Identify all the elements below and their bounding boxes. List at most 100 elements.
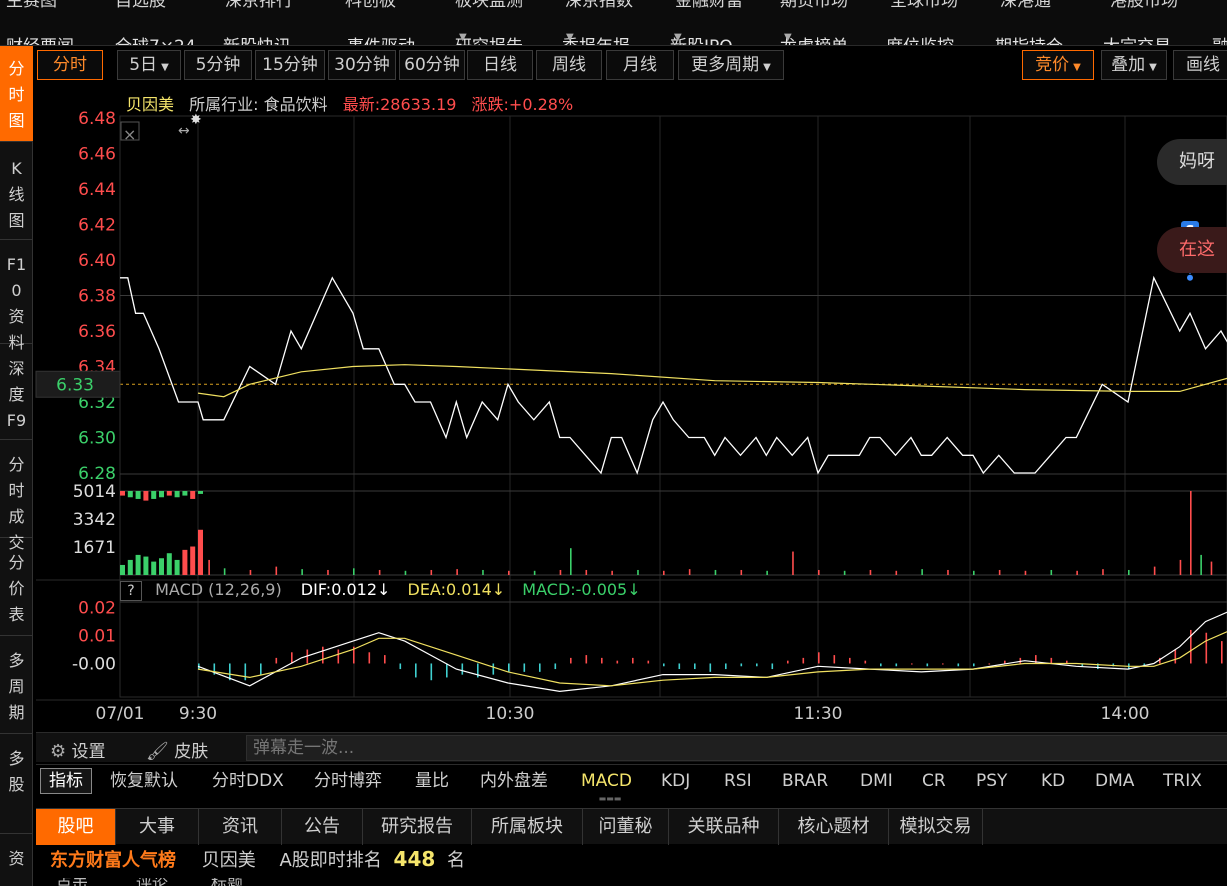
top-nav-item-label: 席位监控	[886, 32, 954, 45]
indicator-tab[interactable]: CR	[922, 768, 946, 794]
top-nav-cut-item[interactable]: 期货市场	[780, 0, 848, 11]
macd-dif: DIF:0.012	[300, 580, 377, 599]
macd-bar	[833, 655, 836, 664]
macd-tick-label: 0.02	[78, 599, 116, 619]
danmu-input[interactable]	[246, 735, 1227, 761]
macd-bar	[926, 663, 929, 667]
top-nav-cut-item[interactable]: 深港通	[1000, 0, 1051, 11]
indicator-tab[interactable]: RSI	[724, 768, 752, 794]
top-nav-cut-item[interactable]: 科创板	[345, 0, 396, 11]
macd-bar	[570, 657, 572, 664]
rank-brand[interactable]: 东方财富人气榜	[50, 850, 176, 871]
bottom-tab[interactable]: 问董秘	[583, 809, 669, 845]
volume-bar	[159, 558, 164, 575]
indicator-tab[interactable]: PSY	[976, 768, 1007, 794]
macd-bar	[678, 663, 681, 670]
top-nav-cut-item[interactable]: 深京排行	[225, 0, 293, 11]
volume-bar	[1076, 570, 1078, 575]
period-button[interactable]: 周线	[536, 50, 602, 80]
top-nav-item-label: 新股快讯	[223, 32, 291, 45]
indicator-tab[interactable]: 量比	[415, 768, 449, 794]
volume-bar	[792, 551, 794, 575]
list-header-cell: 评论	[136, 878, 168, 886]
volume-bar	[663, 570, 665, 575]
left-tab-label: 多股	[8, 749, 25, 794]
brush-icon: 🖌	[146, 741, 169, 762]
bottom-tab[interactable]: 资讯	[199, 809, 282, 845]
bottom-tab[interactable]: 所属板块	[472, 809, 583, 845]
volume-bar	[1024, 570, 1027, 575]
top-nav-cut-item[interactable]: 板块监测	[455, 0, 523, 11]
left-tab[interactable]: 多股	[0, 736, 33, 834]
indicator-tab[interactable]: TRIX	[1163, 768, 1202, 794]
current-price-label: 6.33	[56, 375, 94, 395]
period-button[interactable]: 日线	[467, 50, 533, 80]
indicator-tab[interactable]: KDJ	[661, 768, 690, 794]
skin-button[interactable]: 🖌 皮肤	[146, 737, 208, 762]
toolbar-right-button[interactable]: 叠加 ▼	[1101, 50, 1167, 80]
close-icon[interactable]: ×	[123, 125, 136, 144]
popularity-rank: 东方财富人气榜 贝因美 A股即时排名 448 名	[50, 846, 465, 876]
volume-bar	[190, 491, 196, 499]
macd-title[interactable]: MACD (12,26,9)	[155, 580, 282, 599]
resize-arrows-icon[interactable]: ↔	[178, 123, 190, 139]
bottom-tab[interactable]: 模拟交易	[889, 809, 983, 845]
top-nav-cut-item[interactable]: 金融财富	[675, 0, 743, 11]
indicator-tab[interactable]: DMA	[1095, 768, 1134, 794]
toolbar-right-button[interactable]: 竞价 ▼	[1022, 50, 1094, 80]
period-button[interactable]: 月线	[606, 50, 674, 80]
top-nav-cut-item[interactable]: 主赛图	[6, 0, 57, 11]
top-nav-cut-item[interactable]: 港股市场	[1110, 0, 1178, 11]
skin-label: 皮肤	[174, 742, 209, 762]
danmu-bubble[interactable]: 妈呀	[1157, 139, 1227, 185]
macd-bar	[911, 663, 913, 665]
indicator-tab[interactable]: BRAR	[782, 768, 828, 794]
help-icon[interactable]: ?	[120, 581, 142, 601]
macd-bar	[585, 655, 588, 664]
bottom-tab[interactable]: 研究报告	[363, 809, 472, 845]
indicator-tab[interactable]: 指标	[40, 768, 92, 794]
period-button[interactable]: 60分钟	[399, 50, 465, 80]
dif-line	[197, 611, 1227, 693]
volume-bar	[208, 559, 210, 575]
toolbar-right-button[interactable]: 画线	[1173, 50, 1227, 80]
period-button[interactable]: 5分钟	[184, 50, 252, 80]
macd-tick-label: 0.01	[78, 627, 116, 647]
period-button[interactable]: 分时	[37, 50, 103, 80]
indicator-tab[interactable]: MACD	[581, 768, 632, 794]
top-nav-cut-item[interactable]: 自选股	[115, 0, 166, 11]
indicator-tab[interactable]: DMI	[860, 768, 893, 794]
price-tick-label: 6.28	[78, 464, 116, 484]
bottom-tab[interactable]: 核心题材	[779, 809, 889, 845]
bottom-tabs: 股吧 大事 资讯 公告 研究报告 所属板块 问董秘 关联品种 核心题材 模拟交易	[36, 808, 1227, 845]
top-nav-cut-item[interactable]: 深京指数	[565, 0, 633, 11]
volume-bar	[895, 570, 898, 575]
left-tab[interactable]: 资	[0, 836, 33, 886]
indicator-tab[interactable]: 内外盘差	[480, 768, 548, 794]
macd-bar	[446, 663, 448, 678]
indicator-tab[interactable]: 分时DDX	[212, 768, 284, 794]
bottom-tab[interactable]: 公告	[282, 809, 363, 845]
resize-handle[interactable]: ▬▬▬	[580, 795, 640, 806]
bottom-tab[interactable]: 股吧	[36, 809, 116, 845]
volume-bar	[585, 569, 588, 575]
period-button[interactable]: 30分钟	[328, 50, 396, 80]
indicator-tab[interactable]: 分时博弈	[314, 768, 382, 794]
macd-bar	[1174, 649, 1177, 664]
macd-bar	[942, 663, 944, 665]
period-button[interactable]: 15分钟	[255, 50, 325, 80]
volume-tick-label: 5014	[73, 482, 116, 502]
bottom-tab[interactable]: 大事	[116, 809, 199, 845]
top-nav-cut-item[interactable]: 全球市场	[890, 0, 958, 11]
period-label: 分时	[53, 55, 87, 75]
intraday-chart[interactable]: 6.486.466.446.426.406.386.366.346.326.30…	[0, 84, 1227, 730]
volume-bar	[973, 570, 975, 575]
period-button[interactable]: 更多周期 ▼	[678, 50, 784, 80]
indicator-tab[interactable]: 恢复默认	[110, 768, 178, 794]
indicator-tab[interactable]: KD	[1041, 768, 1065, 794]
settings-button[interactable]: ⚙ 设置	[50, 737, 106, 762]
period-button[interactable]: 5日 ▼	[117, 50, 181, 80]
volume-bar	[637, 569, 639, 575]
danmu-bubble[interactable]: 在这	[1157, 227, 1227, 273]
bottom-tab[interactable]: 关联品种	[669, 809, 779, 845]
